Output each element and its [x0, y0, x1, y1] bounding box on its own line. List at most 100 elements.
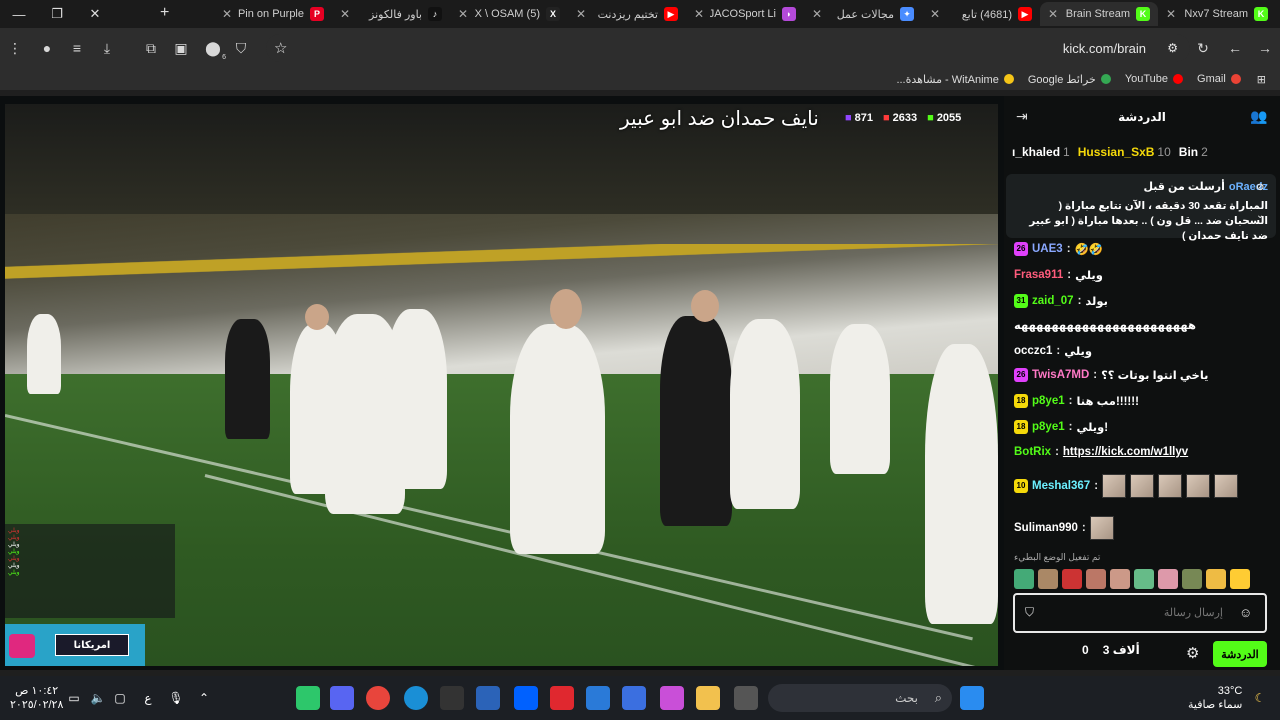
chat-username[interactable]: zaid_07: [1032, 295, 1074, 307]
shield-icon[interactable]: ⛉: [1025, 605, 1034, 620]
tab[interactable]: ▶ تختيم ريزدنت ✕: [568, 2, 686, 26]
language-indicator[interactable]: ع: [136, 686, 160, 710]
discord-icon[interactable]: [330, 686, 354, 710]
forward-icon[interactable]: →: [1254, 37, 1276, 59]
tab[interactable]: X (5) X \ OSAM ✕: [450, 2, 568, 26]
mail-icon[interactable]: [586, 686, 610, 710]
download-icon[interactable]: ⤓: [96, 37, 118, 59]
chat-username[interactable]: BotRix: [1014, 446, 1051, 458]
back-icon[interactable]: ←: [1224, 37, 1246, 59]
bookmark[interactable]: Gmail: [1197, 73, 1241, 86]
clock[interactable]: ١٠:٤٢ ص ٢٠٢٥/٠٢/٢٨: [10, 684, 63, 712]
chat-input[interactable]: [1045, 603, 1225, 623]
epic-games-icon[interactable]: [440, 686, 464, 710]
tab[interactable]: ◗ JACOSport Li ✕: [686, 2, 804, 26]
game-icon[interactable]: [550, 686, 574, 710]
emote-shortcut-icon[interactable]: [1014, 569, 1034, 589]
dropbox-icon[interactable]: [514, 686, 538, 710]
tab[interactable]: K Brain Stream ✕: [1040, 2, 1158, 26]
tab[interactable]: K Nxv7 Stream ✕: [1158, 2, 1276, 26]
windows-start-icon[interactable]: [960, 686, 984, 710]
profile-avatar[interactable]: ●: [36, 37, 58, 59]
video-player[interactable]: نايف حمدان ضد ابو عبير ■ 871 ■ 2633 ■ 2055 وي…: [5, 104, 998, 666]
task-view-icon[interactable]: [734, 686, 758, 710]
tab-close-icon[interactable]: ✕: [576, 7, 586, 21]
emote-shortcut-icon[interactable]: [1206, 569, 1226, 589]
leaderboard-entry[interactable]: Bin 2: [1179, 145, 1208, 159]
emote-shortcut-icon[interactable]: [1182, 569, 1202, 589]
flag-icon[interactable]: ▣: [170, 37, 192, 59]
chat-username[interactable]: Meshal367: [1032, 480, 1090, 492]
chat-text[interactable]: https://kick.com/w1llyv: [1063, 446, 1188, 458]
tray-chevron-icon[interactable]: ⌃: [192, 686, 216, 710]
chat-username[interactable]: p8ye1: [1032, 421, 1065, 433]
pinned-message[interactable]: ⊘ أرسلت من قبل oRaedz المباراة تقعد 30 د…: [1006, 174, 1276, 242]
site-settings-icon[interactable]: ⚙: [1167, 41, 1178, 55]
emote-shortcut-icon[interactable]: [1038, 569, 1058, 589]
edge-icon[interactable]: [404, 686, 428, 710]
emote-shortcut-icon[interactable]: [1086, 569, 1106, 589]
display-icon[interactable]: ▢: [108, 686, 132, 710]
moon-icon[interactable]: ☾: [1248, 686, 1272, 710]
gear-icon[interactable]: ⚙: [1186, 644, 1199, 662]
reading-list-icon[interactable]: ≡: [66, 37, 88, 59]
tab-close-icon[interactable]: ✕: [340, 7, 350, 21]
tab[interactable]: ✦ مجالات عمل ✕: [804, 2, 922, 26]
leaderboard-entry[interactable]: Hussian_SxB 10: [1078, 145, 1171, 159]
tab-close-icon[interactable]: ✕: [1048, 7, 1058, 21]
bookmark[interactable]: YouTube: [1125, 73, 1184, 86]
close-icon[interactable]: ✕: [76, 6, 114, 22]
tab-close-icon[interactable]: ✕: [694, 7, 704, 21]
chat-username[interactable]: Suliman990: [1014, 522, 1078, 534]
url-text[interactable]: kick.com/brain: [1063, 41, 1146, 56]
minimize-icon[interactable]: —: [0, 7, 38, 22]
send-button[interactable]: الدردشة: [1213, 641, 1267, 667]
restore-icon[interactable]: ❐: [38, 6, 76, 22]
chrome-icon[interactable]: [366, 686, 390, 710]
chat-username[interactable]: Frasa911: [1014, 269, 1063, 281]
shield-icon[interactable]: ⛉: [230, 37, 252, 59]
users-icon[interactable]: 👥: [1250, 108, 1267, 125]
weather-widget[interactable]: 33°C سماء صافية: [1188, 684, 1242, 712]
volume-icon[interactable]: 🔈: [86, 686, 110, 710]
chat-username[interactable]: p8ye1: [1032, 395, 1065, 407]
copilot-icon[interactable]: [660, 686, 684, 710]
tab-close-icon[interactable]: ✕: [930, 7, 940, 21]
emoji-icon[interactable]: ☺: [1239, 605, 1252, 620]
puzzle-icon[interactable]: ⧉: [140, 37, 162, 59]
tab[interactable]: ♪ باور فالكونز ✕: [332, 2, 450, 26]
emote-shortcut-icon[interactable]: [1134, 569, 1154, 589]
menu-icon[interactable]: ⋮: [4, 37, 26, 59]
outlook-icon[interactable]: [476, 686, 500, 710]
emote-shortcut-icon[interactable]: [1230, 569, 1250, 589]
tab[interactable]: ▶ (4681) تابع ✕: [922, 2, 1040, 26]
app-icon[interactable]: [296, 686, 320, 710]
folder-icon[interactable]: [696, 686, 720, 710]
bookmark-star-icon[interactable]: ☆: [274, 39, 287, 57]
bookmarks-more-icon[interactable]: ⊞: [1257, 73, 1266, 86]
hide-icon[interactable]: ⊘: [1256, 182, 1264, 193]
store-icon[interactable]: [622, 686, 646, 710]
tab-close-icon[interactable]: ✕: [812, 7, 822, 21]
new-tab-icon[interactable]: +: [160, 4, 169, 22]
bookmark[interactable]: WitAnime - مشاهدة...: [896, 73, 1014, 86]
battery-icon[interactable]: ▭: [62, 686, 86, 710]
taskbar-search[interactable]: ⌕ بحث: [768, 684, 952, 712]
tab-close-icon[interactable]: ✕: [1166, 7, 1176, 21]
chevron-down-icon[interactable]: ⌄: [1256, 210, 1264, 221]
chat-username[interactable]: occzc1: [1014, 345, 1052, 357]
emote-shortcut-icon[interactable]: [1158, 569, 1178, 589]
tab-close-icon[interactable]: ✕: [222, 7, 232, 21]
extension-icon[interactable]: ⬤ 6: [202, 37, 226, 62]
leaderboard-entry[interactable]: ı_khaled 1: [1012, 145, 1070, 159]
chat-username[interactable]: TwisA7MD: [1032, 369, 1089, 381]
emote-shortcut-icon[interactable]: [1062, 569, 1082, 589]
tab[interactable]: P Pin on Purple ✕: [214, 2, 332, 26]
address-bar[interactable]: ⚙ kick.com/brain ☆: [266, 34, 1190, 62]
microphone-icon[interactable]: 🎙: [164, 686, 188, 710]
emote-shortcut-icon[interactable]: [1110, 569, 1130, 589]
tab-close-icon[interactable]: ✕: [458, 7, 468, 21]
chat-username[interactable]: UAE3: [1032, 243, 1063, 255]
reload-icon[interactable]: ↻: [1192, 37, 1214, 59]
bookmark[interactable]: خرائط Google: [1028, 73, 1111, 86]
